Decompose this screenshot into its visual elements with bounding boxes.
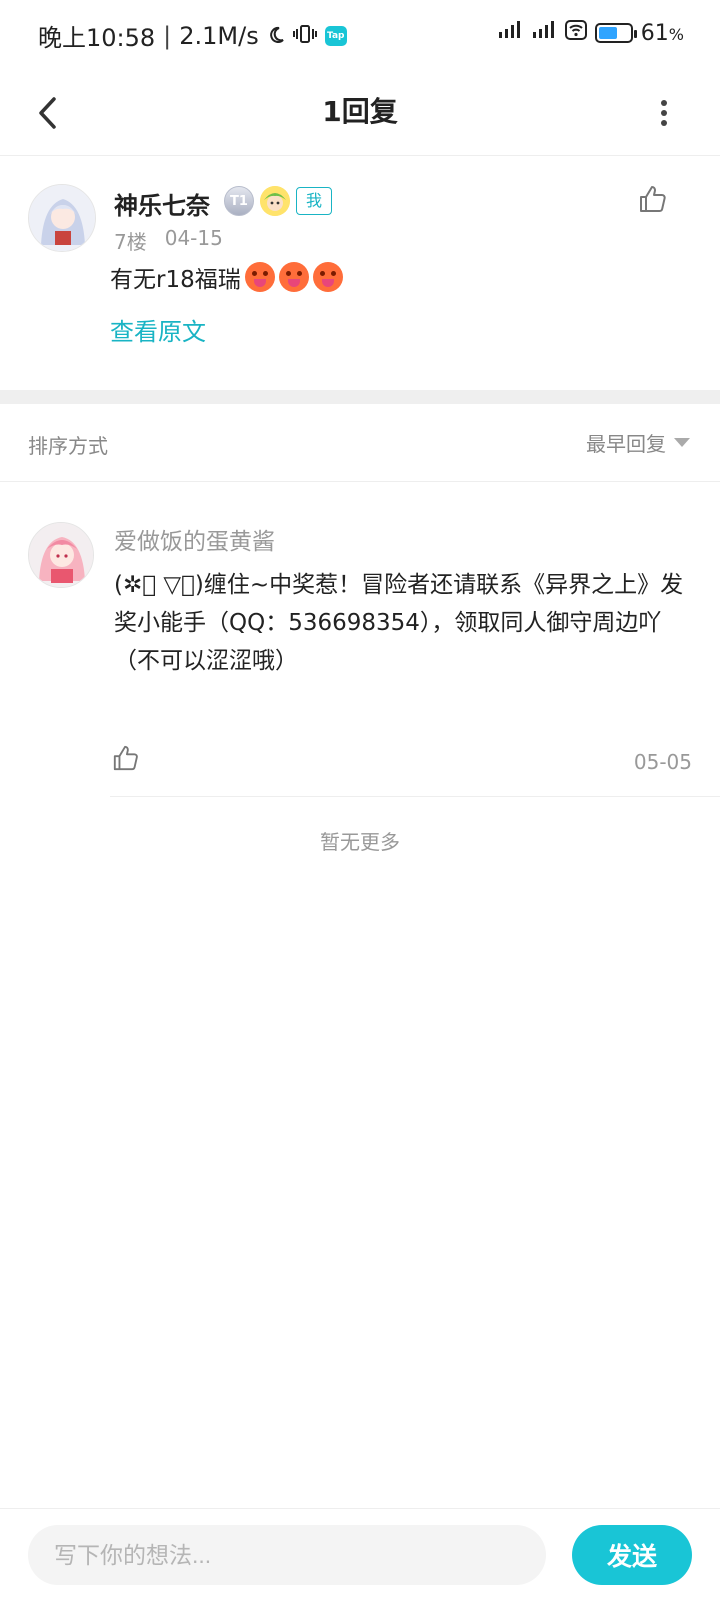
post-username[interactable]: 神乐七奈 [114,186,210,221]
status-left: 晚上10:58 | 2.1M/s Tap [38,18,347,53]
signal-icon [497,20,523,46]
floor-number: 7楼 [114,230,147,254]
battery-fill [598,27,618,39]
reply-date: 05-05 [633,750,692,774]
reply-username[interactable]: 爱做饭的蛋黄酱 [114,522,275,556]
status-right: 61% [497,20,684,46]
status-time: 晚上10:58 [38,24,156,52]
post-date: 04-15 [164,226,223,250]
original-post: 神乐七奈 T1 我 7楼 04-15 有无r18福瑞 查看原文 [0,156,720,390]
hot-face-emoji-icon [244,262,275,292]
avatar[interactable] [28,184,96,252]
thumbs-up-icon [640,186,666,212]
network-speed: 2.1M/s [179,21,259,50]
sort-selected-value: 最早回复 [586,432,666,456]
more-vertical-icon [661,100,667,126]
sort-dropdown[interactable]: 最早回复 [586,428,690,457]
fan-badge-icon [260,186,290,216]
tap-app-icon: Tap [324,25,347,46]
vibrate-icon [292,22,317,50]
me-badge: 我 [296,187,333,215]
reply-avatar[interactable] [28,522,94,588]
top-nav: 1回复 [0,70,720,156]
battery-percent: 61% [640,20,684,46]
no-more-text: 暂无更多 [320,830,400,854]
level-badge-icon: T1 [224,186,254,216]
reply-divider [110,796,720,797]
reply-text-line: （不可以涩涩哦） [114,648,298,674]
hot-face-emoji-icon [278,262,309,292]
post-content: 有无r18福瑞 [110,260,343,294]
reply-item: 爱做饭的蛋黄酱 (✲ﾟ ▽ﾟ)缠住~中奖惹！冒险者还请联系《异界之上》发奖小能手… [0,482,720,797]
page-title: 1回复 [322,95,398,128]
sort-label: 排序方式 [28,434,108,458]
more-options-button[interactable] [644,88,684,138]
thumbs-up-icon [113,745,138,771]
section-divider [0,390,720,404]
reply-like-button[interactable] [112,744,140,772]
post-meta: 7楼 04-15 [114,226,223,255]
reply-content: (✲ﾟ ▽ﾟ)缠住~中奖惹！冒险者还请联系《异界之上》发奖小能手（QQ：5366… [114,566,694,680]
like-button[interactable] [638,184,678,224]
view-original-link[interactable]: 查看原文 [110,312,206,347]
bottom-input-bar: 发送 [0,1508,720,1600]
sort-bar: 排序方式 最早回复 [0,404,720,482]
status-separator: | [163,21,172,50]
send-button[interactable]: 发送 [572,1525,692,1585]
status-bar: 晚上10:58 | 2.1M/s Tap 61% [0,0,720,70]
hot-face-emoji-icon [312,262,343,292]
post-text: 有无r18福瑞 [110,267,241,293]
moon-icon [267,22,285,50]
battery-icon [594,23,637,43]
signal-icon-2 [531,20,557,46]
user-badges: T1 我 [224,186,333,216]
caret-down-icon [674,438,690,447]
comment-input[interactable] [28,1525,546,1585]
reply-text-line: (✲ﾟ ▽ﾟ)缠住~中奖惹！冒险者还请联系《异界之上》发奖小能手（QQ：5366… [114,572,684,636]
wifi-icon [564,20,587,46]
